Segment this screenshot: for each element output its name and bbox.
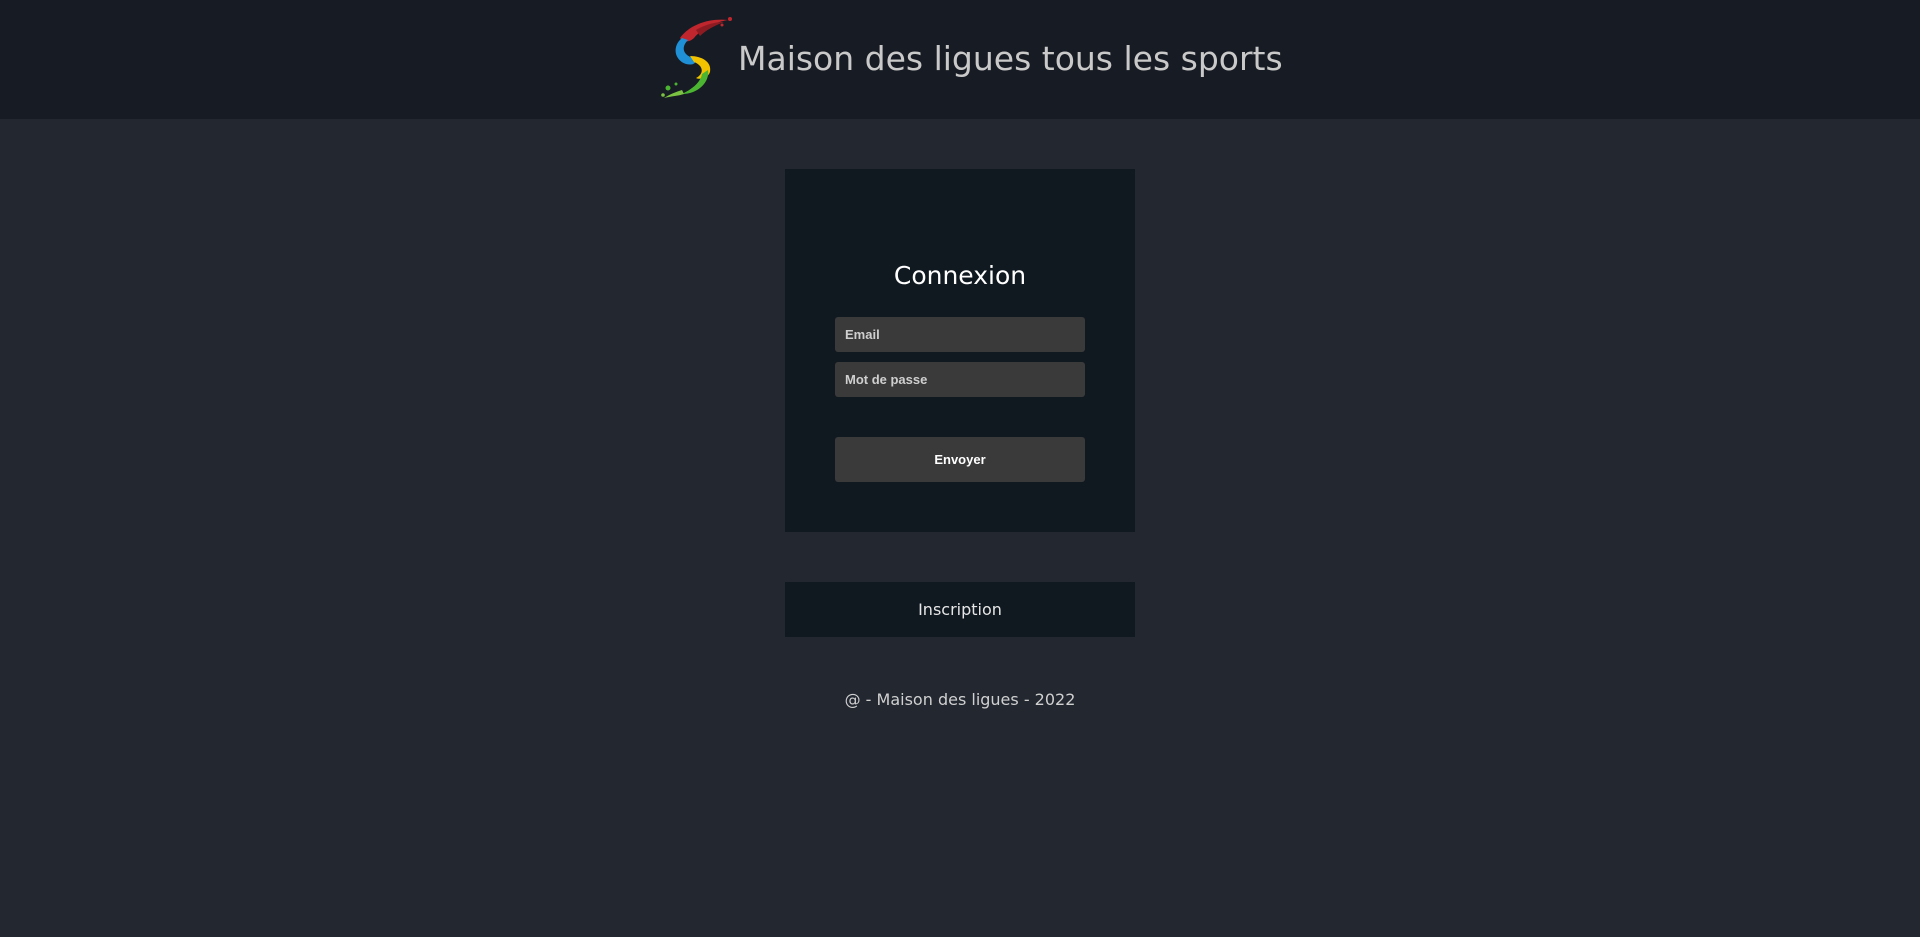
login-title: Connexion — [893, 261, 1027, 290]
footer: @ - Maison des ligues - 2022 — [0, 690, 1920, 709]
password-field[interactable] — [835, 362, 1085, 397]
email-field[interactable] — [835, 317, 1085, 352]
brand: Maison des ligues tous les sports — [660, 16, 1283, 100]
submit-button[interactable]: Envoyer — [835, 437, 1085, 482]
sport-swirl-logo-icon — [661, 17, 732, 98]
site-header: Maison des ligues tous les sports — [0, 0, 1920, 119]
site-title: Maison des ligues tous les sports — [738, 38, 1283, 78]
login-card: Connexion Envoyer — [785, 169, 1135, 532]
signup-link[interactable]: Inscription — [918, 600, 1002, 619]
signup-box[interactable]: Inscription — [785, 582, 1135, 637]
footer-text: @ - Maison des ligues - 2022 — [844, 690, 1076, 709]
